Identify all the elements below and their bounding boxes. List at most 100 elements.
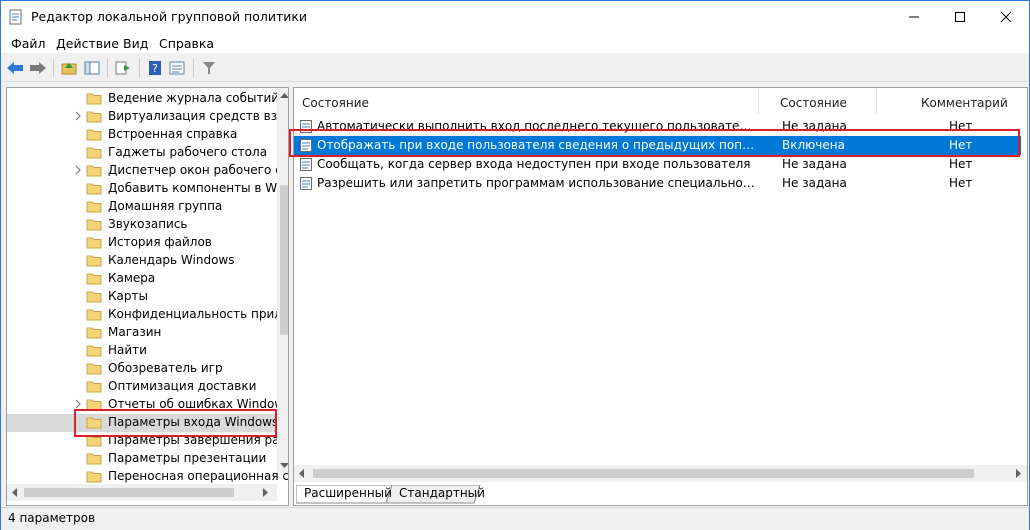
tree-item-label: Добавить компоненты в Winc xyxy=(108,181,289,195)
tree-item[interactable]: Конфиденциальность прилож xyxy=(7,306,288,324)
tree-item[interactable]: Диспетчер окон рабочего стс xyxy=(7,162,288,180)
tree-item[interactable]: Обозреватель игр xyxy=(7,360,277,378)
folder-icon xyxy=(86,200,102,213)
tab-extended[interactable]: Расширенный xyxy=(304,486,392,504)
console-tree[interactable]: Ведение журнала событий Виртуализация сре… xyxy=(6,87,289,506)
scroll-left-icon xyxy=(299,469,304,478)
column-header-name[interactable]: Состояние xyxy=(302,96,369,110)
table-row[interactable]: Разрешить или запретить программам испол… xyxy=(294,174,1021,193)
tree-item-label: Обозреватель игр xyxy=(108,361,223,375)
list-horizontal-scrollbar[interactable] xyxy=(294,465,1027,482)
tree-item-label: Камера xyxy=(108,271,156,285)
tree-scroll-thumb[interactable] xyxy=(280,185,288,335)
scroll-left-icon xyxy=(12,488,17,497)
tree-item[interactable]: Параметры презентации xyxy=(7,450,277,468)
tree-item[interactable]: Домашняя группа xyxy=(7,198,277,216)
tree-item[interactable]: Магазин xyxy=(7,324,277,342)
folder-icon xyxy=(86,290,102,303)
list-hscroll-thumb[interactable] xyxy=(313,469,974,478)
column-header-comment[interactable]: Комментарий xyxy=(921,96,1008,110)
setting-state: Не задана xyxy=(782,157,847,171)
menu-help[interactable]: Справка xyxy=(159,36,214,51)
help-button[interactable]: ? xyxy=(145,58,165,78)
folder-icon xyxy=(86,308,102,321)
tree-item-label: История файлов xyxy=(108,235,212,249)
setting-comment: Нет xyxy=(949,157,973,171)
folder-icon xyxy=(86,344,102,357)
back-button[interactable] xyxy=(5,58,25,78)
show-hide-tree-button[interactable] xyxy=(82,58,102,78)
svg-text:?: ? xyxy=(152,62,158,75)
maximize-icon xyxy=(955,12,965,22)
scroll-right-icon xyxy=(263,488,268,497)
folder-icon xyxy=(86,236,102,249)
tree-item-label: Виртуализация средств взаим xyxy=(108,109,289,123)
minimize-icon xyxy=(909,16,919,18)
tree-item-label: Переносная операционная с xyxy=(108,469,289,483)
export-button[interactable] xyxy=(113,58,133,78)
table-row[interactable]: Сообщать, когда сервер входа недоступен … xyxy=(294,155,1021,174)
status-bar: 4 параметров xyxy=(1,507,1029,530)
tree-item-label: Календарь Windows xyxy=(108,253,235,267)
tree-horizontal-scrollbar[interactable] xyxy=(7,484,277,501)
forward-button[interactable] xyxy=(28,58,48,78)
setting-name: Разрешить или запретить программам испол… xyxy=(317,176,757,190)
folder-icon xyxy=(86,146,102,159)
properties-button[interactable] xyxy=(167,58,187,78)
properties-icon xyxy=(169,61,185,75)
setting-name: Сообщать, когда сервер входа недоступен … xyxy=(317,157,751,171)
tree-vertical-scrollbar[interactable] xyxy=(277,88,288,473)
tree-item[interactable]: Ведение журнала событий xyxy=(7,90,280,108)
column-divider[interactable] xyxy=(876,90,877,114)
tree-item-label: Найти xyxy=(108,343,147,357)
tree-item[interactable]: Встроенная справка xyxy=(7,126,277,144)
expand-arrow-icon[interactable] xyxy=(73,111,83,121)
tree-item-label: Встроенная справка xyxy=(108,127,238,141)
folder-icon xyxy=(86,470,102,483)
policy-setting-icon xyxy=(300,158,312,171)
toolbar: ? xyxy=(1,54,1029,82)
folder-icon xyxy=(86,110,102,123)
tree-item[interactable]: Оптимизация доставки xyxy=(7,378,277,396)
menu-file[interactable]: Файл xyxy=(11,36,46,51)
tree-item[interactable]: Виртуализация средств взаим xyxy=(7,108,288,126)
tree-item-label: Параметры презентации xyxy=(108,451,267,465)
setting-state: Не задана xyxy=(782,176,847,190)
menu-action[interactable]: Действие xyxy=(56,36,119,51)
expand-arrow-icon[interactable] xyxy=(73,399,83,409)
back-arrow-icon xyxy=(7,62,23,74)
close-button[interactable] xyxy=(983,1,1029,33)
folder-up-icon xyxy=(61,63,77,75)
tree-item[interactable]: Звукозапись xyxy=(7,216,277,234)
tree-item[interactable]: Календарь Windows xyxy=(7,252,277,270)
folder-icon xyxy=(86,92,102,105)
tree-item-label: Диспетчер окон рабочего стс xyxy=(108,163,289,177)
scroll-down-icon xyxy=(280,463,288,468)
filter-button[interactable] xyxy=(199,58,219,78)
column-header-state[interactable]: Состояние xyxy=(780,96,847,110)
tree-item-label: Оптимизация доставки xyxy=(108,379,257,393)
tree-item[interactable]: Найти xyxy=(7,342,277,360)
maximize-button[interactable] xyxy=(937,1,983,33)
minimize-button[interactable] xyxy=(891,1,937,33)
console-tree-icon xyxy=(84,61,100,75)
menu-view[interactable]: Вид xyxy=(123,36,148,51)
column-divider[interactable] xyxy=(758,90,759,114)
up-level-button[interactable] xyxy=(59,58,79,78)
tree-item[interactable]: История файлов xyxy=(7,234,277,252)
scroll-right-icon xyxy=(1016,469,1021,478)
folder-icon xyxy=(86,380,102,393)
tree-item-label: Звукозапись xyxy=(108,217,188,231)
tree-item[interactable]: Добавить компоненты в Winc xyxy=(7,180,288,198)
tree-hscroll-thumb[interactable] xyxy=(24,488,234,497)
toolbar-separator xyxy=(193,59,194,77)
expand-arrow-icon[interactable] xyxy=(73,165,83,175)
window: Редактор локальной групповой политики Фа… xyxy=(0,0,1030,530)
tab-standard[interactable]: Стандартный xyxy=(399,486,485,504)
tree-item[interactable]: Гаджеты рабочего стола xyxy=(7,144,277,162)
policy-setting-icon xyxy=(300,177,312,190)
tree-item[interactable]: Карты xyxy=(7,288,277,306)
tree-item[interactable]: Камера xyxy=(7,270,277,288)
tree-item-label: Ведение журнала событий xyxy=(108,91,280,105)
export-list-icon xyxy=(115,61,130,75)
